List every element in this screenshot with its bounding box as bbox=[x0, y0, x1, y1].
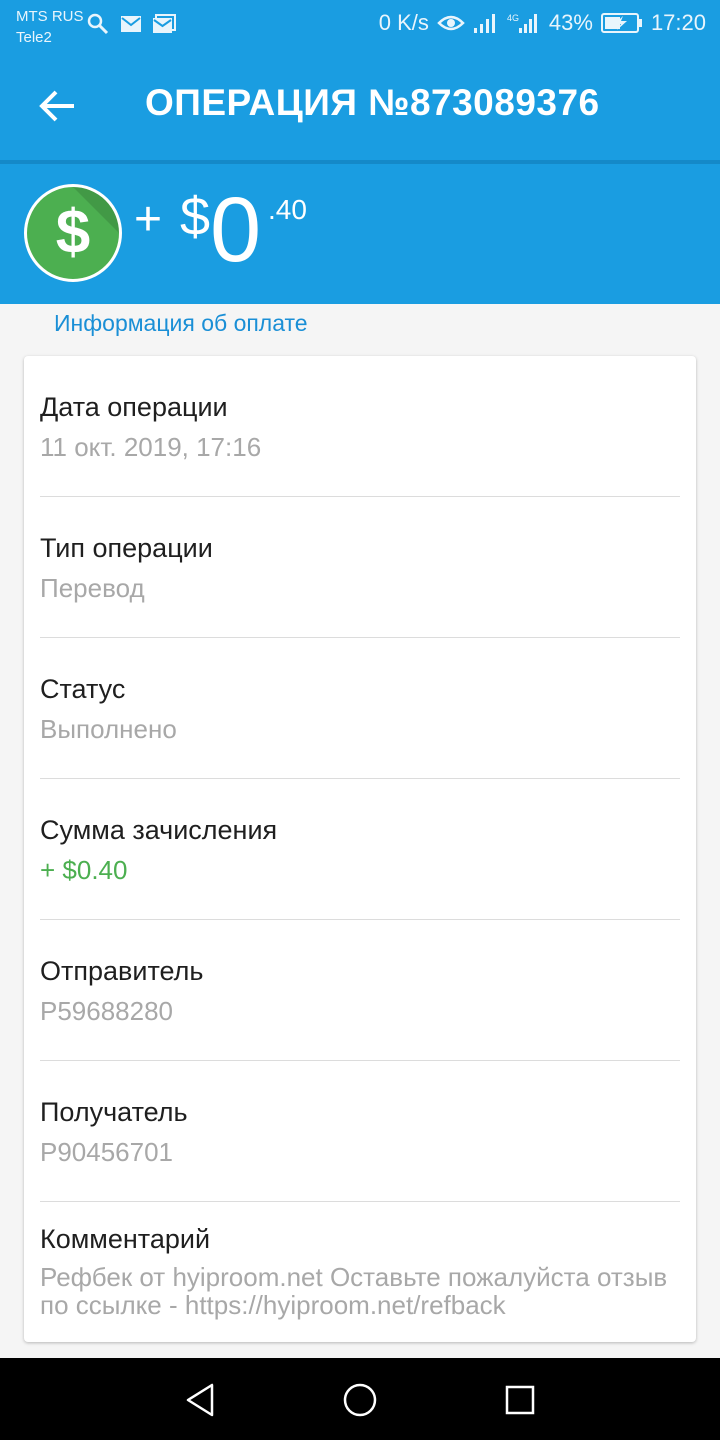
status-bar: MTS RUS Tele2 0 K/s 4G 43% 17:20 bbox=[0, 0, 720, 50]
detail-value-comment: Рефбек от hyiproom.net Оставьте пожалуйс… bbox=[40, 1262, 668, 1320]
net-speed: 0 K/s bbox=[378, 10, 429, 35]
detail-value: P90456701 bbox=[40, 1137, 174, 1167]
divider bbox=[40, 496, 680, 497]
page-title: ОПЕРАЦИЯ №873089376 bbox=[145, 82, 600, 123]
detail-value: P59688280 bbox=[40, 996, 174, 1026]
eye-icon bbox=[437, 15, 465, 31]
detail-value: 11 окт. 2019, 17:16 bbox=[40, 432, 262, 462]
amount-header: $ + $ 0 .40 bbox=[0, 164, 720, 304]
back-button[interactable] bbox=[38, 86, 78, 126]
battery-charging-icon bbox=[600, 13, 642, 33]
dollar-icon: $ bbox=[24, 184, 122, 282]
mail-stack-icon bbox=[153, 14, 176, 33]
divider bbox=[40, 1060, 680, 1061]
divider bbox=[40, 778, 680, 779]
carrier-primary: MTS RUS bbox=[16, 8, 84, 25]
battery-percent: 43% bbox=[548, 10, 593, 35]
detail-label: Тип операции bbox=[40, 533, 213, 563]
detail-value-amount: + $0.40 bbox=[40, 855, 128, 885]
notification-icons bbox=[86, 12, 176, 36]
nav-back-button[interactable] bbox=[182, 1382, 218, 1418]
amount-currency: $ bbox=[180, 187, 211, 247]
mail-icon bbox=[121, 16, 141, 32]
amount-integer: 0 bbox=[210, 179, 262, 281]
detail-type: Тип операции Перевод bbox=[40, 533, 680, 602]
signal-4g-icon: 4G bbox=[507, 13, 537, 33]
status-right: 0 K/s 4G 43% 17:20 bbox=[379, 10, 706, 36]
detail-sender: Отправитель P59688280 bbox=[40, 956, 680, 1025]
carrier-secondary: Tele2 bbox=[16, 29, 52, 46]
triangle-back-icon bbox=[186, 1383, 214, 1417]
detail-label: Получатель bbox=[40, 1097, 188, 1127]
amount-cents: .40 bbox=[268, 194, 307, 225]
detail-value: Выполнено bbox=[40, 714, 177, 744]
nav-recents-button[interactable] bbox=[502, 1382, 538, 1418]
dollar-symbol: $ bbox=[55, 198, 91, 267]
detail-value: Перевод bbox=[40, 573, 145, 603]
detail-label: Статус bbox=[40, 674, 126, 704]
detail-label: Отправитель bbox=[40, 956, 204, 986]
detail-comment: Комментарий Рефбек от hyiproom.net Остав… bbox=[40, 1224, 680, 1319]
detail-status: Статус Выполнено bbox=[40, 674, 680, 743]
amount-sign: + bbox=[134, 193, 163, 246]
detail-recipient: Получатель P90456701 bbox=[40, 1097, 680, 1166]
clock: 17:20 bbox=[650, 10, 706, 35]
payment-info-title: Информация об оплате bbox=[54, 310, 308, 336]
app-bar: ОПЕРАЦИЯ №873089376 bbox=[0, 50, 720, 160]
detail-amount: Сумма зачисления + $0.40 bbox=[40, 815, 680, 884]
circle-home-icon bbox=[343, 1383, 377, 1417]
detail-label: Дата операции bbox=[40, 392, 228, 422]
details-card: Дата операции 11 окт. 2019, 17:16 Тип оп… bbox=[24, 356, 696, 1342]
detail-label: Комментарий bbox=[40, 1224, 211, 1254]
divider bbox=[40, 1201, 680, 1202]
back-arrow-icon bbox=[39, 90, 74, 122]
divider bbox=[40, 919, 680, 920]
carrier-info: MTS RUS Tele2 bbox=[16, 6, 84, 48]
detail-date: Дата операции 11 окт. 2019, 17:16 bbox=[40, 392, 680, 461]
detail-label: Сумма зачисления bbox=[40, 815, 278, 845]
nav-home-button[interactable] bbox=[342, 1382, 378, 1418]
search-icon bbox=[87, 13, 109, 35]
divider bbox=[40, 637, 680, 638]
svg-text:4G: 4G bbox=[507, 13, 519, 23]
square-recents-icon bbox=[505, 1385, 535, 1415]
signal-icon bbox=[473, 14, 495, 33]
system-nav-bar bbox=[0, 1358, 720, 1440]
